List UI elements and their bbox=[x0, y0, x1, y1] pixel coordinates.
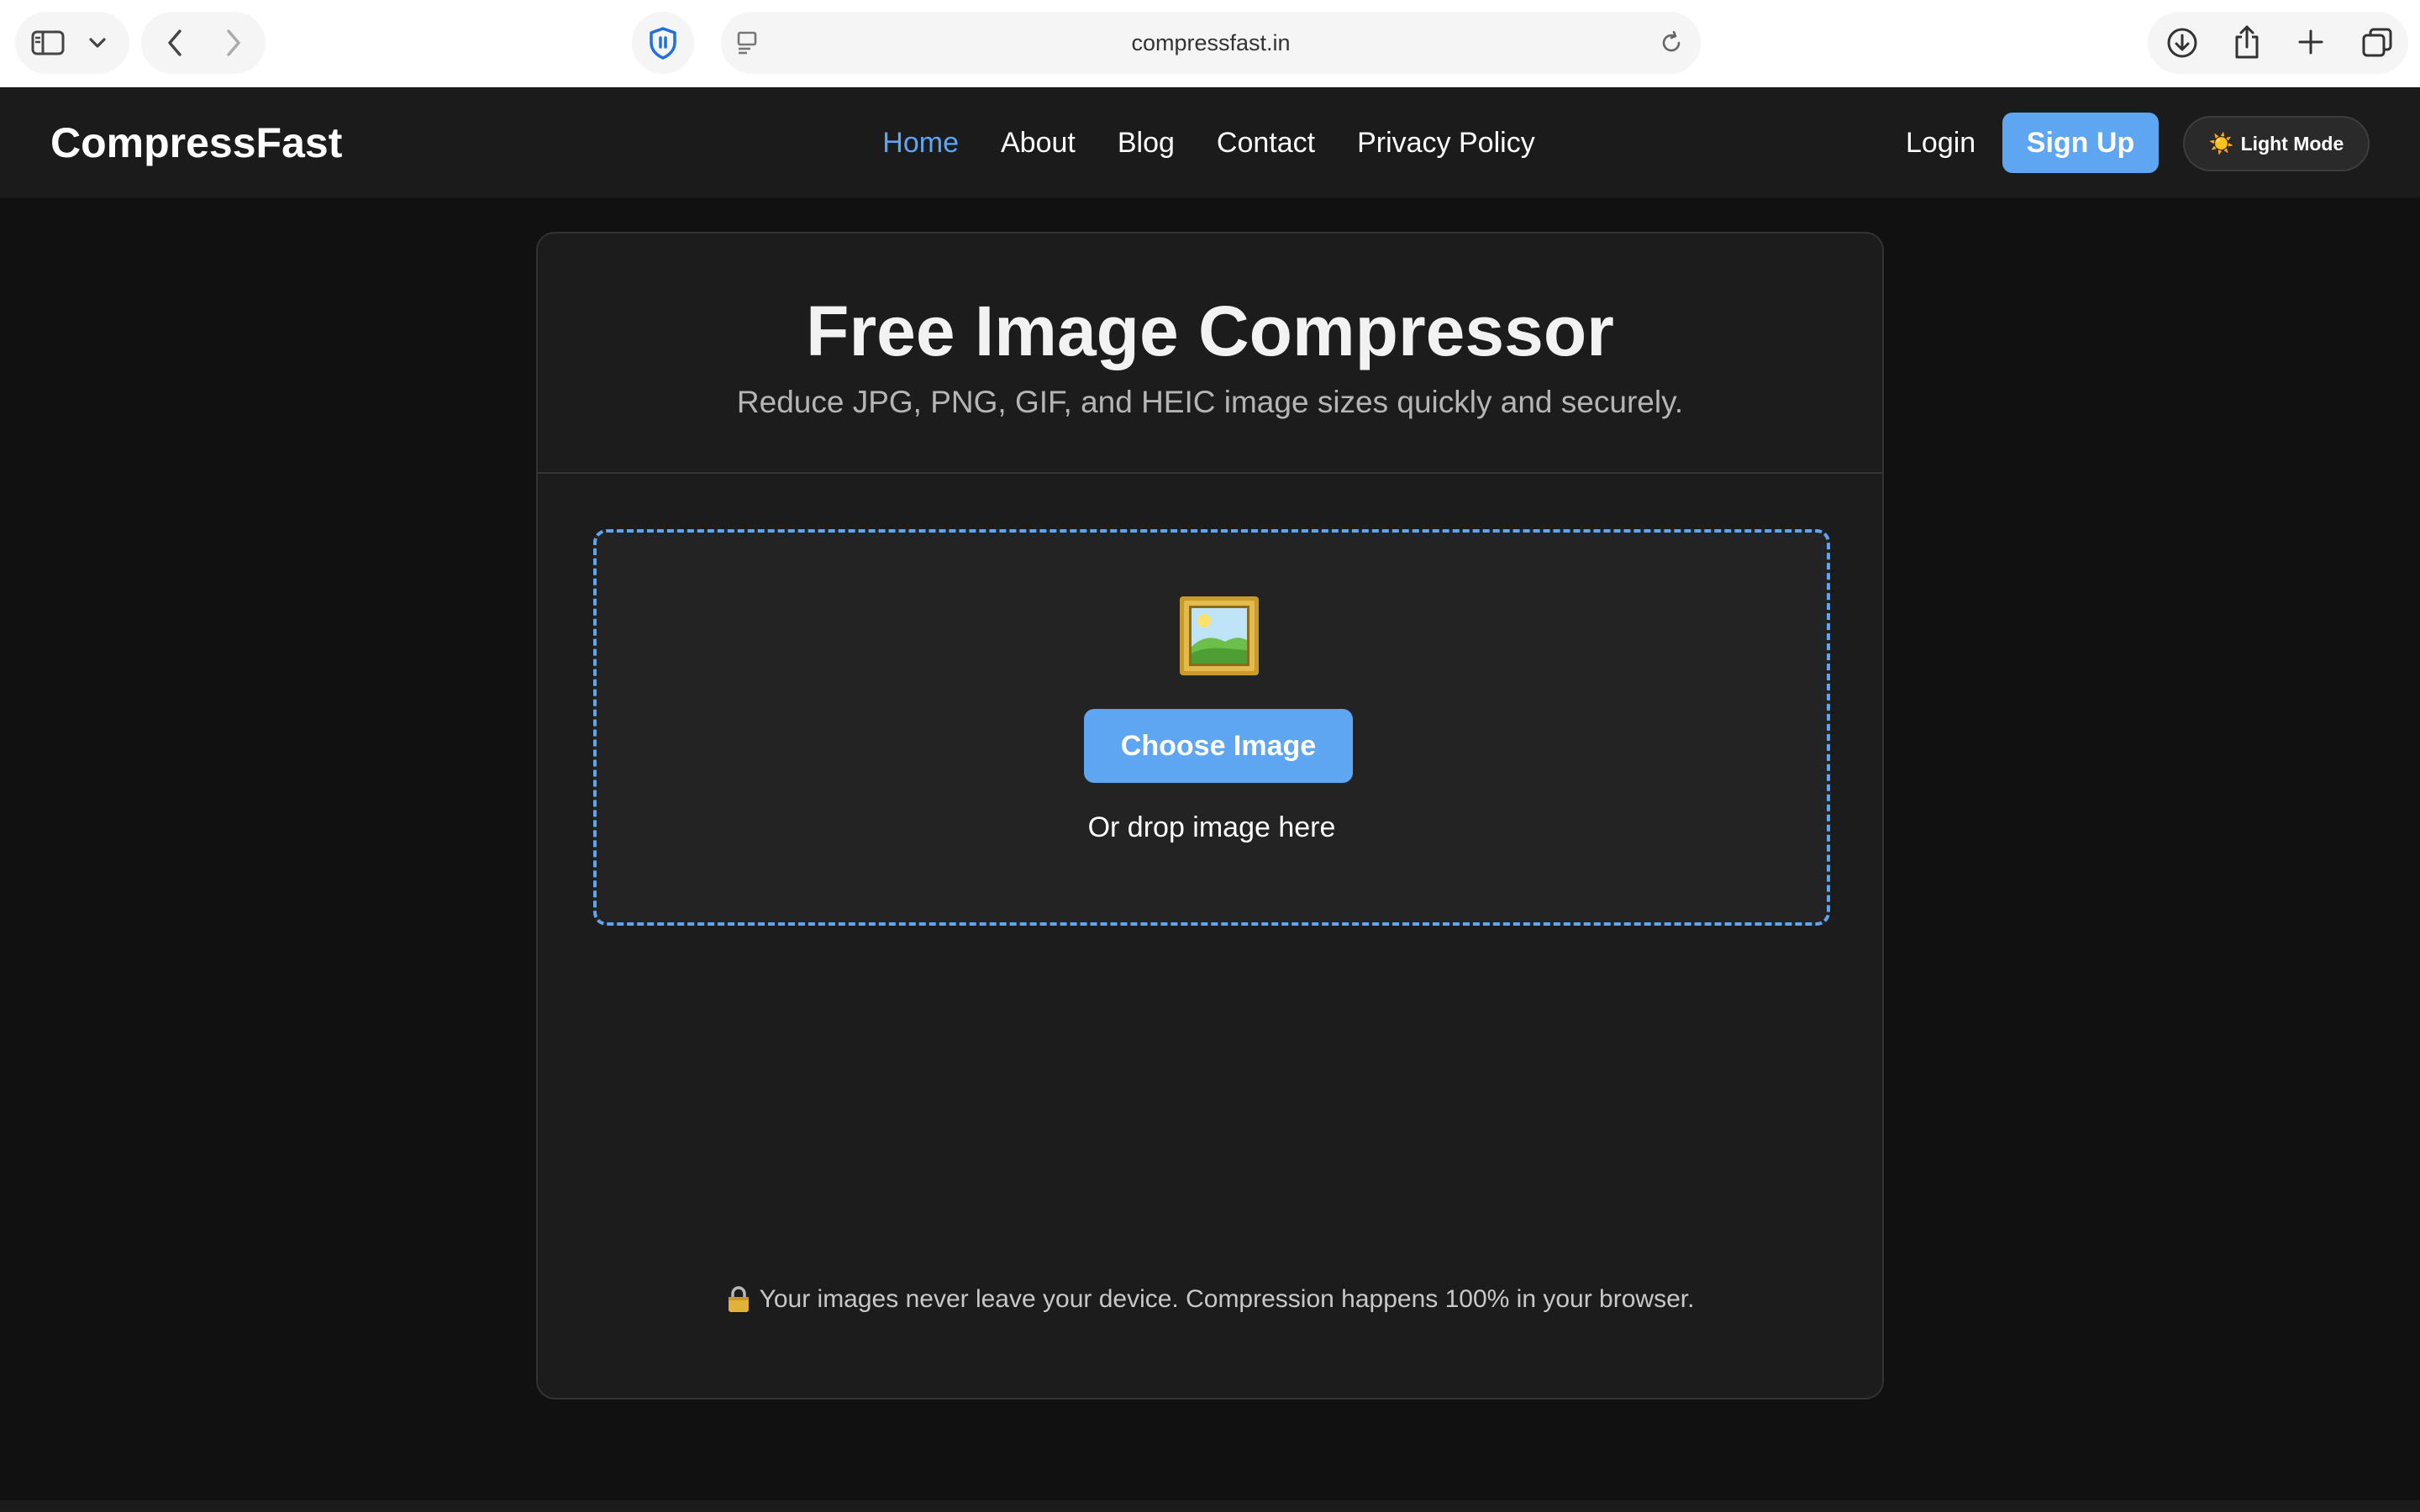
theme-toggle-label: Light Mode bbox=[2240, 132, 2344, 155]
nav-link-blog[interactable]: Blog bbox=[1118, 127, 1175, 160]
page-bottom-strip bbox=[0, 1500, 2420, 1512]
share-icon[interactable] bbox=[2230, 24, 2264, 60]
nav-link-privacy-policy[interactable]: Privacy Policy bbox=[1357, 127, 1535, 160]
forward-icon[interactable] bbox=[220, 27, 247, 59]
privacy-note-text: Your images never leave your device. Com… bbox=[759, 1285, 1695, 1313]
sidebar-icon[interactable] bbox=[30, 27, 66, 59]
nav-link-about[interactable]: About bbox=[1001, 127, 1076, 160]
choose-image-button[interactable]: Choose Image bbox=[1084, 709, 1353, 783]
nav-link-home[interactable]: Home bbox=[882, 127, 959, 160]
site-navbar: CompressFast Home About Blog Contact Pri… bbox=[0, 88, 2420, 197]
image-dropzone[interactable]: Choose Image Or drop image here bbox=[593, 529, 1830, 926]
browser-toolbar: compressfast.in bbox=[0, 0, 2420, 87]
login-link[interactable]: Login bbox=[1906, 88, 1975, 197]
page-subtitle: Reduce JPG, PNG, GIF, and HEIC image siz… bbox=[736, 385, 1684, 419]
reload-icon[interactable] bbox=[1657, 29, 1686, 57]
url-text[interactable]: compressfast.in bbox=[721, 12, 1701, 74]
back-icon[interactable] bbox=[161, 27, 188, 59]
download-icon[interactable] bbox=[2165, 25, 2200, 60]
address-bar[interactable]: compressfast.in bbox=[721, 12, 1701, 74]
card-header: Free Image Compressor Reduce JPG, PNG, G… bbox=[538, 234, 1882, 474]
nav-link-contact[interactable]: Contact bbox=[1217, 127, 1315, 160]
tabs-icon[interactable] bbox=[2360, 25, 2395, 60]
plus-icon[interactable] bbox=[2294, 25, 2328, 59]
drop-hint: Or drop image here bbox=[1087, 811, 1336, 843]
theme-toggle-button[interactable]: ☀️ Light Mode bbox=[2183, 116, 2370, 171]
privacy-note: Your images never leave your device. Com… bbox=[538, 1285, 1882, 1314]
chevron-down-icon[interactable] bbox=[86, 30, 109, 55]
lock-icon bbox=[726, 1285, 751, 1314]
compressor-card: Free Image Compressor Reduce JPG, PNG, G… bbox=[536, 232, 1884, 1399]
shield-icon[interactable] bbox=[645, 25, 681, 60]
framed-picture-icon bbox=[1178, 595, 1260, 677]
page-title: Free Image Compressor bbox=[806, 291, 1614, 370]
sign-up-button[interactable]: Sign Up bbox=[2002, 113, 2159, 173]
sun-icon: ☀️ bbox=[2208, 132, 2234, 155]
